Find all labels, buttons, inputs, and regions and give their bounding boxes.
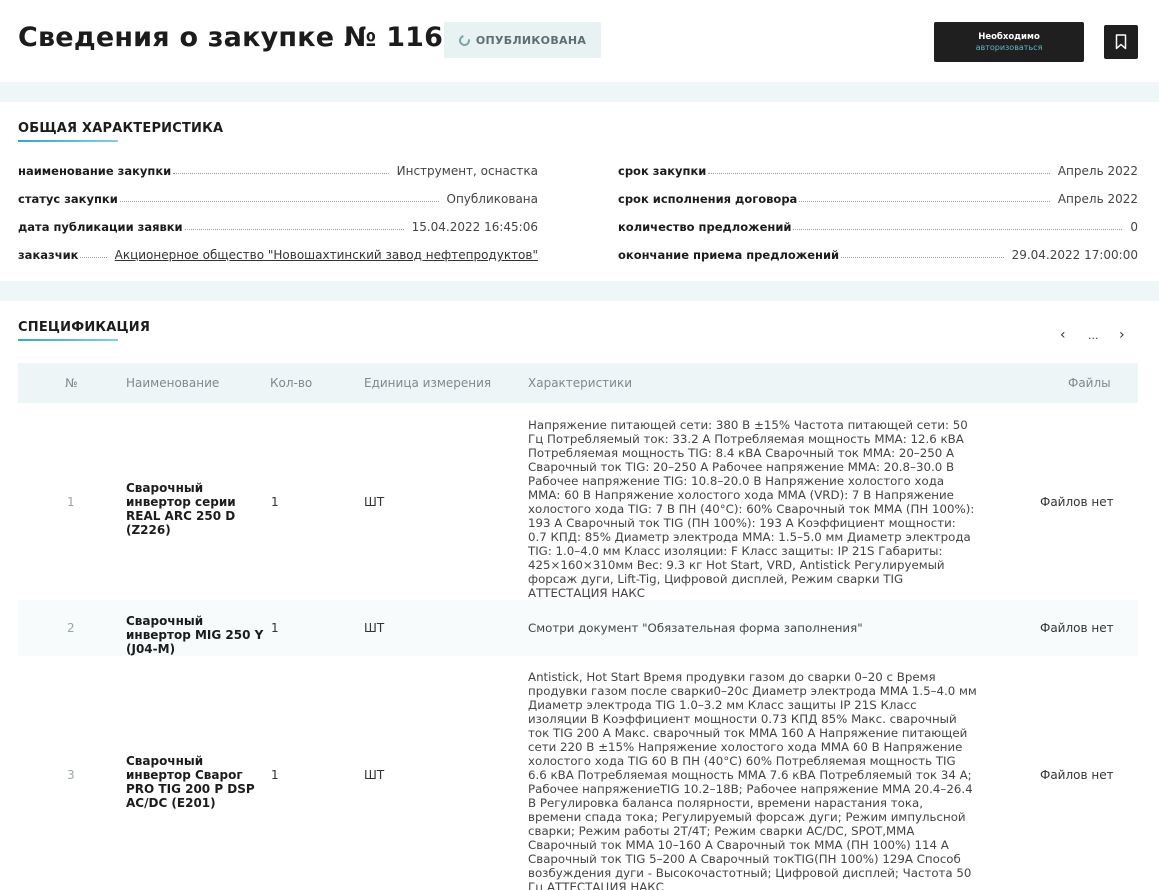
table-row: 3 Сварочный инвертор Сварог PRO TIG 200 …	[18, 656, 1138, 890]
table-row: 2 Сварочный инвертор MIG 250 Y (J04-M) 1…	[18, 600, 1138, 656]
item-unit: ШТ	[364, 621, 385, 635]
spec-section-title: СПЕЦИФИКАЦИЯ	[18, 320, 151, 335]
col-name: Наименование	[126, 376, 220, 390]
field-purchase-status: статус закупки Опубликована	[18, 190, 538, 206]
page-header: Сведения о закупке № 11690 ОПУБЛИКОВАНА …	[0, 0, 1159, 82]
item-qty: 1	[271, 768, 279, 782]
field-value: Апрель 2022	[1057, 164, 1138, 178]
col-characteristics: Характеристики	[528, 376, 633, 390]
col-files: Файлы	[1068, 376, 1111, 390]
col-unit: Единица измерения	[364, 376, 492, 390]
refresh-icon	[456, 32, 472, 48]
page-title: Сведения о закупке № 11690	[18, 22, 482, 53]
item-name: Сварочный инвертор серии REAL ARC 250 D …	[126, 481, 236, 537]
dotted-leader	[793, 229, 1123, 230]
item-characteristics: Antistick, Hot Start Время продувки газо…	[528, 670, 977, 890]
item-qty: 1	[271, 621, 279, 635]
general-info-card: ОБЩАЯ ХАРАКТЕРИСТИКА наименование закупк…	[0, 102, 1159, 281]
row-number: 2	[67, 621, 75, 635]
field-publication-date: дата публикации заявки 15.04.2022 16:45:…	[18, 218, 538, 234]
general-section-title: ОБЩАЯ ХАРАКТЕРИСТИКА	[18, 121, 224, 136]
field-offers-deadline: окончание приема предложений 29.04.2022 …	[618, 246, 1138, 262]
item-characteristics: Напряжение питающей сети: 380 В ±15% Час…	[528, 418, 975, 600]
field-label: наименование закупки	[18, 164, 172, 178]
pager-prev-button[interactable]: ‹	[1060, 327, 1066, 343]
item-name: Сварочный инвертор MIG 250 Y (J04-M)	[126, 614, 264, 656]
field-label: количество предложений	[618, 220, 792, 234]
row-number: 1	[67, 495, 75, 509]
dotted-leader	[799, 201, 1050, 202]
field-value: 15.04.2022 16:45:06	[411, 220, 538, 234]
customer-link[interactable]: Акционерное общество "Новошахтинский зав…	[115, 248, 538, 262]
field-label: дата публикации заявки	[18, 220, 183, 234]
item-qty: 1	[271, 495, 279, 509]
item-files: Файлов нет	[1040, 768, 1114, 782]
field-label: заказчик	[18, 248, 79, 262]
item-characteristics: Смотри документ "Обязательная форма запо…	[528, 621, 863, 635]
field-value: 29.04.2022 17:00:00	[1011, 248, 1138, 262]
dotted-leader	[841, 257, 1004, 258]
field-purchase-period: срок закупки Апрель 2022	[618, 162, 1138, 178]
bookmark-icon	[1115, 34, 1127, 50]
field-label: срок исполнения договора	[618, 192, 798, 206]
field-contract-period: срок исполнения договора Апрель 2022	[618, 190, 1138, 206]
dotted-leader	[173, 173, 389, 174]
field-value: 0	[1130, 220, 1138, 234]
field-label: окончание приема предложений	[618, 248, 840, 262]
table-header: № Наименование Кол-во Единица измерения …	[18, 363, 1138, 403]
bookmark-button[interactable]	[1104, 25, 1138, 59]
field-customer: заказчик Акционерное общество "Новошахти…	[18, 246, 538, 262]
status-label: ОПУБЛИКОВАНА	[475, 33, 587, 47]
field-value: Инструмент, оснастка	[396, 164, 538, 178]
field-offers-count: количество предложений 0	[618, 218, 1138, 234]
item-name: Сварочный инвертор Сварог PRO TIG 200 P …	[126, 754, 255, 810]
col-qty: Кол-во	[270, 376, 313, 390]
item-unit: ШТ	[364, 495, 385, 509]
table-row: 1 Сварочный инвертор серии REAL ARC 250 …	[18, 403, 1138, 600]
spec-section-underline	[18, 339, 118, 341]
field-label: статус закупки	[18, 192, 118, 206]
status-badge: ОПУБЛИКОВАНА	[444, 22, 601, 58]
col-number: №	[65, 376, 78, 390]
dotted-leader	[119, 201, 439, 202]
field-label: срок закупки	[618, 164, 707, 178]
item-files: Файлов нет	[1040, 621, 1114, 635]
field-value: Апрель 2022	[1057, 192, 1138, 206]
dotted-leader	[184, 229, 404, 230]
dotted-leader	[80, 257, 107, 258]
login-required-line2: авторизоваться	[975, 42, 1043, 52]
general-section-underline	[18, 140, 118, 142]
login-required-button[interactable]: Необходимо авторизоваться	[934, 22, 1084, 62]
item-files: Файлов нет	[1040, 495, 1114, 509]
login-required-line1: Необходимо	[978, 31, 1040, 42]
field-value: Опубликована	[446, 192, 538, 206]
pager-ellipsis[interactable]: ...	[1088, 329, 1099, 342]
pager-next-button[interactable]: ›	[1119, 327, 1125, 343]
row-number: 3	[67, 768, 75, 782]
field-purchase-name: наименование закупки Инструмент, оснастк…	[18, 162, 538, 178]
item-unit: ШТ	[364, 768, 385, 782]
dotted-leader	[708, 173, 1050, 174]
